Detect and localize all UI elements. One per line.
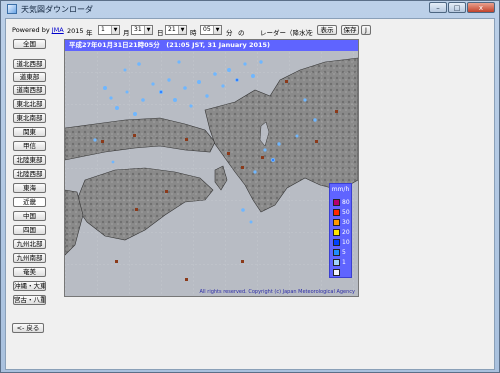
region-button-chugoku[interactable]: 中国 [13, 211, 46, 221]
minimize-button[interactable]: – [429, 2, 447, 13]
legend-swatch [333, 238, 340, 246]
window-title: 天気図ダウンローダ [21, 4, 93, 14]
region-button-kyushu-nanbu[interactable]: 九州南部 [13, 253, 46, 263]
region-button-kanto[interactable]: 関東 [13, 127, 46, 137]
region-button-miyako[interactable]: 宮古・八重山 [13, 295, 46, 305]
client-area: Powered by JMA 全国 道北西部 道東部 道南西部 東北北部 東北南… [5, 18, 495, 370]
legend-value: 50 [342, 208, 350, 216]
show-button[interactable]: 表示 [317, 25, 337, 35]
year-unit-label: 年 [86, 29, 93, 37]
jma-link[interactable]: JMA [52, 26, 64, 34]
month-value: 1 [101, 26, 105, 33]
legend-item: 50 [333, 208, 350, 216]
powered-by-label: Powered by JMA [12, 26, 64, 34]
maximize-button[interactable]: □ [448, 2, 466, 13]
region-button-koshin[interactable]: 甲信 [13, 141, 46, 151]
legend-item: 1 [333, 258, 346, 266]
year-value: 2015 [67, 27, 84, 35]
legend-value: 10 [342, 238, 350, 246]
legend-swatch [333, 198, 340, 206]
legend-item: 30 [333, 218, 350, 226]
minute-unit-label: 分 [226, 29, 233, 37]
minute-select[interactable]: 05 ▼ [200, 25, 222, 35]
close-button[interactable]: x [467, 2, 495, 13]
map-grid [65, 40, 358, 296]
powered-by-text: Powered by [12, 26, 52, 34]
save-button[interactable]: 保存 [341, 25, 359, 35]
legend-swatch [333, 208, 340, 216]
region-button-tohoku-nanbu[interactable]: 東北南部 [13, 113, 46, 123]
legend-swatch [333, 268, 340, 276]
app-window: 天気図ダウンローダ – □ x Powered by JMA 全国 道北西部 道… [0, 0, 500, 373]
region-button-amami[interactable]: 奄美 [13, 267, 46, 277]
chevron-down-icon: ▼ [144, 26, 152, 34]
legend-value: 1 [342, 258, 346, 266]
region-button-zenkoku[interactable]: 全国 [13, 39, 46, 49]
legend-item: 10 [333, 238, 350, 246]
title-bar[interactable]: 天気図ダウンローダ – □ x [1, 1, 499, 17]
region-button-tokai[interactable]: 東海 [13, 183, 46, 193]
app-icon [7, 4, 17, 14]
region-button-kinki[interactable]: 近畿 [13, 197, 46, 207]
region-button-hokuriku-seibu[interactable]: 北陸西部 [13, 169, 46, 179]
month-select[interactable]: 1 ▼ [98, 25, 120, 35]
j-button[interactable]: J [361, 25, 371, 35]
region-button-hokuriku-tobu[interactable]: 北陸東部 [13, 155, 46, 165]
precipitation-legend: mm/h 80 50 30 20 10 5 1 [329, 183, 352, 278]
region-button-dohoku-seibu[interactable]: 道北西部 [13, 59, 46, 69]
legend-unit: mm/h [331, 186, 350, 193]
region-button-okinawa[interactable]: 沖縄・大東島 [13, 281, 46, 291]
hour-unit-label: 時 [190, 29, 197, 37]
day-select[interactable]: 31 ▼ [131, 25, 153, 35]
region-button-kyushu-hokubu[interactable]: 九州北部 [13, 239, 46, 249]
radar-map-image [65, 40, 358, 296]
legend-item: 20 [333, 228, 350, 236]
chevron-down-icon: ▼ [111, 26, 119, 34]
legend-swatch [333, 248, 340, 256]
day-unit-label: 日 [157, 29, 164, 37]
radar-map: 平成27年01月31日21時05分 (21:05 JST, 31 January… [64, 39, 359, 297]
legend-value: 20 [342, 228, 350, 236]
region-button-doto[interactable]: 道東部 [13, 72, 46, 82]
legend-item: 80 [333, 198, 350, 206]
legend-value: 80 [342, 198, 350, 206]
data-type-label: レーダー（降水） [260, 29, 312, 37]
wo-label: を [307, 29, 314, 37]
legend-item [333, 268, 342, 276]
of-label: の [238, 29, 245, 37]
hour-value: 21 [168, 26, 176, 33]
legend-swatch [333, 228, 340, 236]
minute-value: 05 [203, 26, 211, 33]
chevron-down-icon: ▼ [213, 26, 221, 34]
day-value: 31 [134, 26, 142, 33]
back-button[interactable]: <- 戻る [12, 323, 44, 333]
map-header: 平成27年01月31日21時05分 (21:05 JST, 31 January… [65, 40, 358, 51]
month-unit-label: 月 [123, 29, 130, 37]
region-button-shikoku[interactable]: 四国 [13, 225, 46, 235]
legend-item: 5 [333, 248, 346, 256]
legend-value: 5 [342, 248, 346, 256]
legend-swatch [333, 258, 340, 266]
legend-value: 30 [342, 218, 350, 226]
hour-select[interactable]: 21 ▼ [165, 25, 187, 35]
region-button-donan-seibu[interactable]: 道南西部 [13, 85, 46, 95]
copyright-notice: All rights reserved. Copyright (c) Japan… [199, 289, 355, 295]
chevron-down-icon: ▼ [178, 26, 186, 34]
region-button-tohoku-hokubu[interactable]: 東北北部 [13, 99, 46, 109]
legend-swatch [333, 218, 340, 226]
